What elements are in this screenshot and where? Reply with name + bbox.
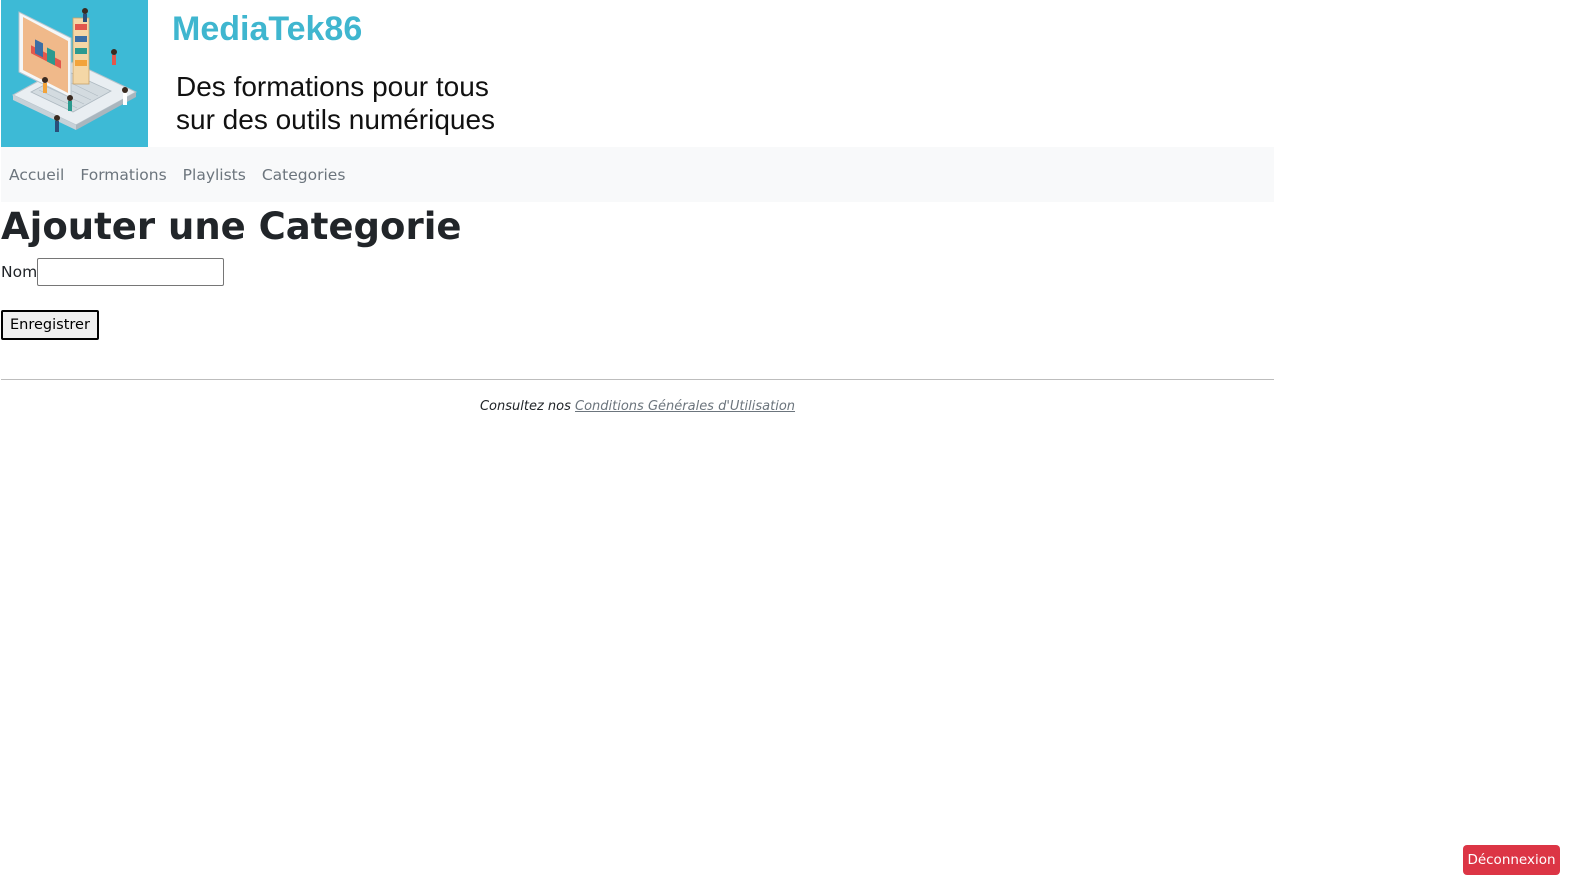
- site-brand: MediaTek86: [172, 10, 363, 48]
- tagline-line-1: Des formations pour tous: [176, 71, 489, 102]
- page-container: MediaTek86 Des formations pour tous sur …: [1, 0, 1274, 414]
- save-button[interactable]: Enregistrer: [1, 310, 99, 340]
- footer-text: Consultez nos Conditions Générales d'Uti…: [1, 399, 1274, 414]
- nav-item-formations: Formations: [72, 166, 174, 184]
- name-label: Nom: [1, 263, 38, 281]
- nav-link-playlists[interactable]: Playlists: [175, 166, 254, 184]
- name-input[interactable]: [37, 258, 225, 286]
- nav-link-categories[interactable]: Categories: [254, 166, 354, 184]
- nav-item-accueil: Accueil: [1, 166, 72, 184]
- tagline-line-2: sur des outils numériques: [176, 104, 496, 135]
- nav-link-accueil[interactable]: Accueil: [1, 166, 72, 184]
- footer-prefix: Consultez nos: [479, 399, 576, 414]
- site-header: MediaTek86 Des formations pour tous sur …: [1, 0, 1274, 147]
- logout-button[interactable]: Déconnexion: [1463, 845, 1560, 875]
- laptop-illustration-icon: [1, 0, 148, 147]
- terms-link[interactable]: Conditions Générales d'Utilisation: [575, 399, 795, 414]
- footer-divider: [1, 379, 1274, 380]
- site-logo: [1, 0, 148, 147]
- page-title: Ajouter une Categorie: [1, 205, 462, 248]
- site-tagline: Des formations pour tous sur des outils …: [176, 70, 495, 136]
- name-form-row: Nom: [1, 257, 225, 287]
- nav-item-categories: Categories: [254, 166, 354, 184]
- nav-link-formations[interactable]: Formations: [72, 166, 174, 184]
- main-navbar: Accueil Formations Playlists Categories: [1, 147, 1274, 202]
- nav-item-playlists: Playlists: [175, 166, 254, 184]
- nav-list: Accueil Formations Playlists Categories: [1, 147, 1274, 202]
